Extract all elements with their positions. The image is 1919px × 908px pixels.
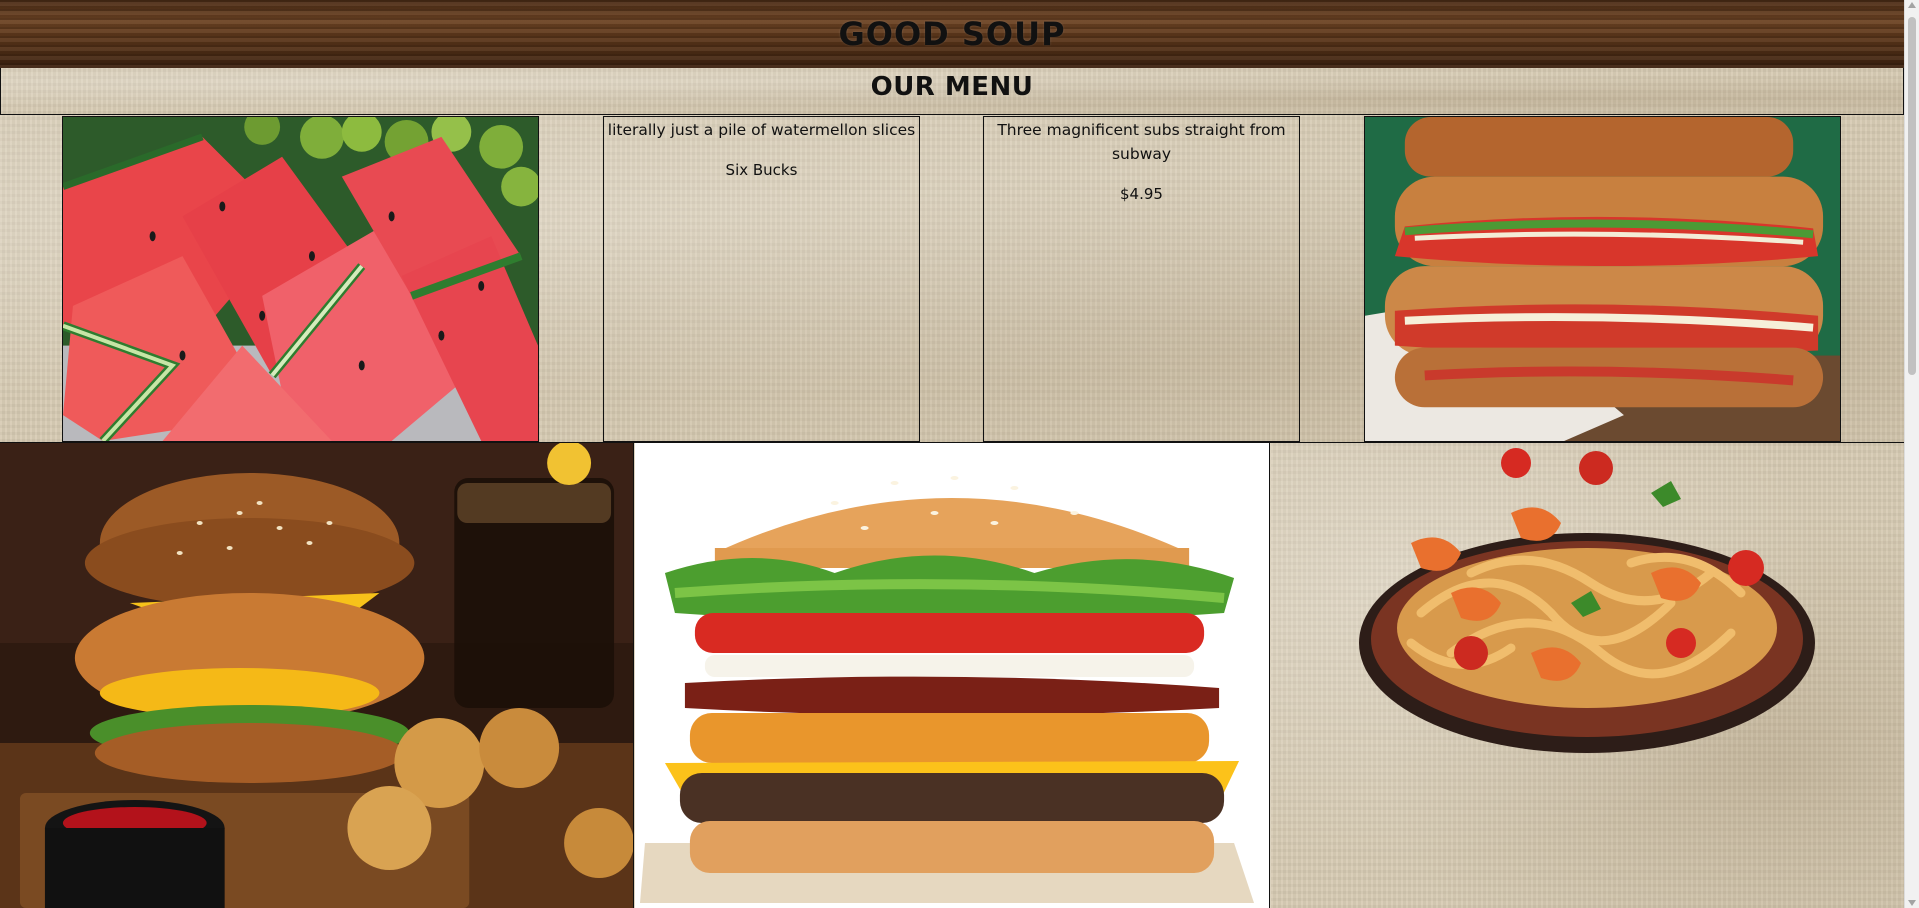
menu-row: literally just a pile of watermellon sli… [0,115,1904,443]
menu-heading-bar: OUR MENU [0,68,1904,115]
chicken-burger-image [0,443,634,908]
vertical-scrollbar[interactable] [1904,0,1919,908]
watermelon-image [62,116,539,442]
scroll-down-arrow-icon[interactable] [1908,900,1916,906]
item-price: $4.95 [1120,185,1163,203]
item-description: literally just a pile of watermellon sli… [607,121,916,139]
menu-item-subs: Three magnificent subs straight from sub… [983,116,1300,442]
item-description: Three magnificent subs straight from sub… [997,121,1286,163]
menu-heading: OUR MENU [870,72,1034,102]
whopper-burger-image [635,443,1270,908]
scroll-up-arrow-icon[interactable] [1908,2,1916,8]
item-price: Six Bucks [725,161,798,179]
site-title: GOOD SOUP [838,15,1066,53]
image-gallery [0,443,1904,908]
scrollbar-thumb[interactable] [1908,17,1916,375]
menu-item-watermelon: literally just a pile of watermellon sli… [603,116,920,442]
subs-image [1364,116,1841,442]
shrimp-pasta-image [1271,443,1904,908]
site-header: GOOD SOUP [0,0,1904,68]
